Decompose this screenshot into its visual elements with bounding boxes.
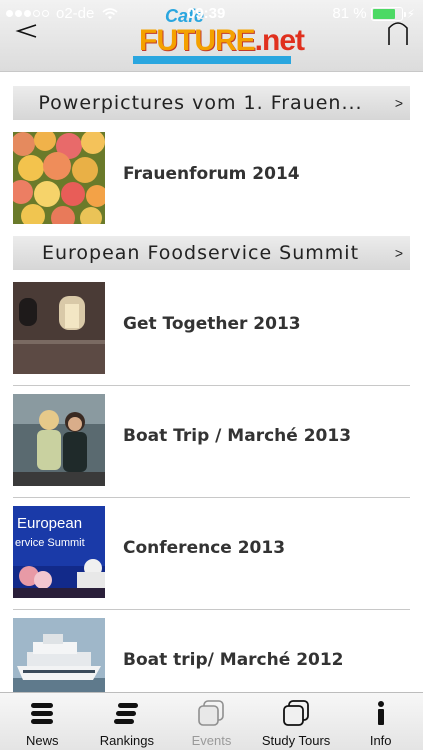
study-tours-icon: [283, 700, 309, 726]
status-bar: o2-de 09:39 81 % ⚡: [0, 0, 423, 28]
ship-thumbnail: [13, 618, 105, 692]
section-title: European Foodservice Summit: [41, 242, 360, 264]
item-title: Frauenforum 2014: [123, 164, 300, 184]
tab-label: Rankings: [99, 733, 154, 748]
tab-rankings[interactable]: Rankings: [85, 693, 170, 750]
info-icon: [377, 701, 384, 725]
row-divider: [13, 385, 410, 386]
section-title: Powerpictures vom 1. Frauen...: [38, 92, 363, 114]
signal-strength-icon: [6, 10, 49, 17]
building-thumbnail: [13, 282, 105, 374]
tab-study-tours[interactable]: Study Tours: [254, 693, 339, 750]
list-item-boat-trip-2013[interactable]: Boat Trip / Marché 2013: [13, 394, 410, 506]
tab-label: Info: [369, 733, 392, 748]
list-item-get-together-2013[interactable]: Get Together 2013: [13, 282, 410, 394]
event-gallery-list[interactable]: Powerpictures vom 1. Frauen... > Frauenf…: [0, 72, 423, 692]
logo-future-text: FUTURE.net: [139, 24, 305, 57]
battery-icon: [370, 6, 406, 21]
news-icon: [31, 703, 54, 724]
tab-label: News: [26, 733, 59, 748]
svg-text:ervice Summit: ervice Summit: [15, 537, 85, 549]
row-divider: [13, 609, 410, 610]
row-divider: [13, 497, 410, 498]
list-item-conference-2013[interactable]: European ervice Summit Conference 2013: [13, 506, 410, 618]
list-item-boat-trip-2012[interactable]: Boat trip/ Marché 2012: [13, 618, 410, 692]
flowers-thumbnail: [13, 132, 105, 224]
item-title: Get Together 2013: [123, 314, 301, 334]
list-item-frauenforum-2014[interactable]: Frauenforum 2014: [13, 132, 410, 244]
tab-bar: News Rankings Events Study Tours Info: [0, 692, 423, 750]
chevron-right-icon: >: [394, 245, 404, 261]
women-thumbnail: [13, 394, 105, 486]
svg-text:European: European: [17, 515, 82, 532]
chevron-right-icon: >: [394, 95, 404, 111]
section-header-foodservice-summit[interactable]: European Foodservice Summit >: [13, 236, 410, 270]
item-title: Conference 2013: [123, 538, 286, 558]
battery-percent: 81 %: [332, 5, 367, 22]
rankings-icon: [113, 703, 138, 724]
charging-icon: ⚡: [406, 6, 415, 21]
conference-thumbnail: European ervice Summit: [13, 506, 105, 598]
item-title: Boat trip/ Marché 2012: [123, 650, 344, 670]
section-header-frauenforum[interactable]: Powerpictures vom 1. Frauen... >: [13, 86, 410, 120]
tab-news[interactable]: News: [0, 693, 85, 750]
item-title: Boat Trip / Marché 2013: [123, 426, 352, 446]
events-icon: [198, 700, 225, 726]
wifi-icon: [102, 7, 118, 19]
tab-label: Events: [191, 733, 232, 748]
tab-label: Study Tours: [261, 733, 331, 748]
tab-events[interactable]: Events: [169, 693, 254, 750]
carrier-name: o2-de: [56, 5, 95, 22]
tab-info[interactable]: Info: [338, 693, 423, 750]
clock: 09:39: [187, 5, 226, 22]
logo-underline: [133, 56, 291, 64]
